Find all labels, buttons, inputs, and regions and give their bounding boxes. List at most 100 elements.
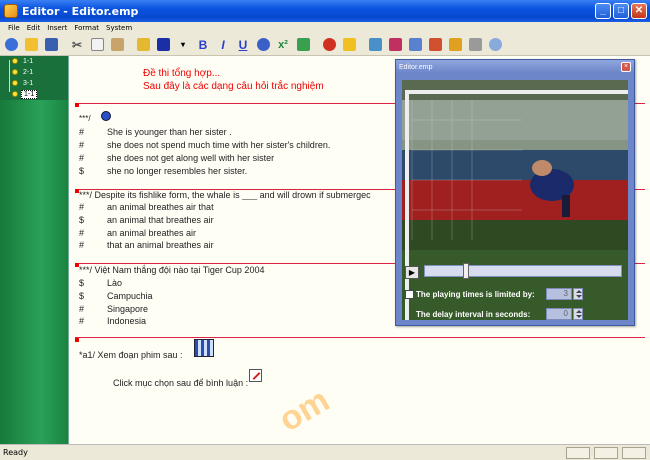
chart-icon[interactable] bbox=[340, 36, 358, 54]
node-icon bbox=[12, 80, 18, 86]
tree-node-selected[interactable]: 1-1 bbox=[12, 89, 38, 99]
tree-node[interactable]: 2-1 bbox=[12, 67, 35, 77]
tools-icon[interactable] bbox=[426, 36, 444, 54]
watermark: om bbox=[272, 380, 336, 440]
comment-prompt: Click mục chọn sau để bình luận : bbox=[113, 378, 249, 388]
status-panel bbox=[594, 447, 618, 459]
image-icon[interactable] bbox=[366, 36, 384, 54]
app-icon bbox=[4, 4, 18, 18]
menu-bar: File Edit Insert Format System bbox=[0, 22, 650, 34]
option-symbol: # bbox=[79, 240, 85, 250]
option-text: Campuchia bbox=[107, 291, 153, 301]
status-panel bbox=[622, 447, 646, 459]
find-icon[interactable] bbox=[134, 36, 152, 54]
slider-thumb[interactable] bbox=[463, 263, 469, 279]
close-button[interactable]: ✕ bbox=[631, 3, 647, 19]
status-panel bbox=[566, 447, 590, 459]
limit-label: The playing times is limited by: bbox=[416, 290, 535, 299]
strike-icon[interactable] bbox=[254, 36, 272, 54]
menu-file[interactable]: File bbox=[8, 24, 20, 32]
node-icon bbox=[12, 58, 18, 64]
section-divider bbox=[75, 337, 645, 338]
video-image bbox=[402, 80, 628, 320]
video-frame[interactable] bbox=[402, 80, 628, 320]
limit-spinner[interactable] bbox=[573, 288, 583, 300]
minimize-button[interactable]: _ bbox=[595, 3, 611, 19]
tree-node[interactable]: 1-1 bbox=[12, 56, 35, 66]
option-symbol: # bbox=[79, 228, 85, 238]
option-symbol: # bbox=[79, 316, 85, 326]
dropdown-icon[interactable]: ▾ bbox=[174, 36, 192, 54]
underline-icon[interactable]: U bbox=[234, 36, 252, 54]
lock-icon[interactable] bbox=[446, 36, 464, 54]
status-bar: Ready bbox=[0, 444, 650, 460]
node-icon bbox=[12, 91, 18, 97]
node-icon bbox=[12, 69, 18, 75]
delay-input[interactable]: 0 bbox=[546, 308, 572, 320]
option-symbol: # bbox=[79, 153, 85, 163]
tree-connector bbox=[9, 60, 10, 92]
zoom-icon[interactable] bbox=[486, 36, 504, 54]
maximize-button[interactable]: □ bbox=[613, 3, 629, 19]
video-window-close-button[interactable]: × bbox=[621, 62, 631, 72]
open-icon[interactable] bbox=[22, 36, 40, 54]
progress-slider[interactable] bbox=[424, 263, 622, 279]
option-symbol: $ bbox=[79, 166, 85, 176]
option-symbol: # bbox=[79, 127, 85, 137]
video-clip-icon[interactable] bbox=[194, 339, 214, 357]
option-symbol: $ bbox=[79, 215, 85, 225]
emp-icon[interactable] bbox=[2, 36, 20, 54]
audio-icon[interactable] bbox=[101, 111, 111, 121]
option-text: she does not spend much time with her si… bbox=[107, 140, 331, 150]
limit-input[interactable]: 3 bbox=[546, 288, 572, 300]
video-window-title: Editor.emp bbox=[399, 63, 433, 71]
option-text: she no longer resembles her sister. bbox=[107, 166, 248, 176]
tree-node[interactable]: 3-1 bbox=[12, 78, 35, 88]
option-text: Lào bbox=[107, 278, 123, 288]
delay-spinner[interactable] bbox=[573, 308, 583, 320]
cut-icon[interactable]: ✂ bbox=[68, 36, 86, 54]
delay-label: The delay interval in seconds: bbox=[416, 310, 531, 319]
doc-title-line1: Đề thi tổng hợp... bbox=[143, 68, 221, 79]
comment-edit-icon[interactable] bbox=[249, 369, 262, 382]
copy-icon[interactable] bbox=[88, 36, 106, 54]
option-symbol: $ bbox=[79, 278, 85, 288]
limit-checkbox[interactable] bbox=[405, 290, 414, 299]
title-bar: Editor - Editor.emp _ □ ✕ bbox=[0, 0, 650, 22]
bold-icon[interactable]: B bbox=[194, 36, 212, 54]
color-icon[interactable] bbox=[154, 36, 172, 54]
question-prefix: ***/ Despite its fishlike form, the whal… bbox=[79, 190, 371, 200]
play-icon[interactable]: ▶ bbox=[405, 266, 419, 279]
option-text: Singapore bbox=[107, 304, 149, 314]
question-prefix: ***/ Việt Nam thắng đội nào tại Tiger Cu… bbox=[79, 265, 265, 275]
option-text: an animal that breathes air bbox=[107, 215, 214, 225]
option-text: She is younger than her sister . bbox=[107, 127, 232, 137]
menu-system[interactable]: System bbox=[106, 24, 132, 32]
italic-icon[interactable]: I bbox=[214, 36, 232, 54]
option-text: that an animal breathes air bbox=[107, 240, 214, 250]
settings-icon[interactable] bbox=[406, 36, 424, 54]
status-text: Ready bbox=[3, 448, 28, 457]
table-icon[interactable] bbox=[294, 36, 312, 54]
option-text: she does not get along well with her sis… bbox=[107, 153, 275, 163]
window-controls: _ □ ✕ bbox=[595, 3, 647, 19]
bookmark-icon[interactable] bbox=[386, 36, 404, 54]
doc-title-line2: Sau đây là các dạng câu hỏi trắc nghiệm bbox=[143, 81, 324, 92]
paste-icon[interactable] bbox=[108, 36, 126, 54]
video-window-titlebar[interactable]: Editor.emp × bbox=[396, 60, 634, 74]
question-prefix: *a1/ Xem đoạn phim sau : bbox=[79, 350, 183, 360]
section-marker bbox=[75, 103, 79, 107]
menu-insert[interactable]: Insert bbox=[47, 24, 67, 32]
option-text: an animal breathes air bbox=[107, 228, 197, 238]
print-icon[interactable] bbox=[466, 36, 484, 54]
question-prefix: ***/ bbox=[79, 114, 91, 123]
menu-edit[interactable]: Edit bbox=[27, 24, 41, 32]
tree-panel: 1-1 2-1 3-1 1-1 bbox=[0, 56, 68, 444]
window-title: Editor - Editor.emp bbox=[22, 4, 139, 18]
option-symbol: # bbox=[79, 202, 85, 212]
video-window[interactable]: Editor.emp × bbox=[395, 59, 635, 326]
superscript-icon[interactable]: x² bbox=[274, 36, 292, 54]
menu-format[interactable]: Format bbox=[74, 24, 99, 32]
record-icon[interactable] bbox=[320, 36, 338, 54]
save-icon[interactable] bbox=[42, 36, 60, 54]
